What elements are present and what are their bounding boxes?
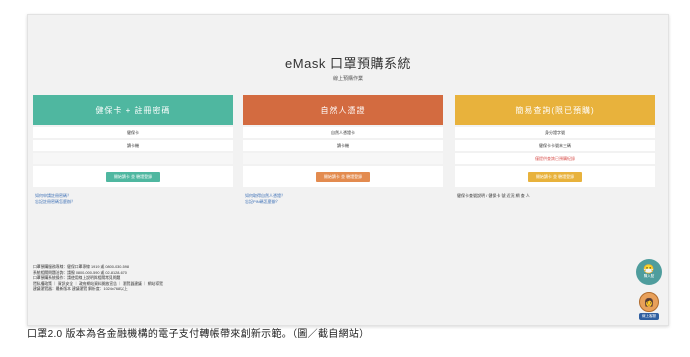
mask-icon: 😷 [643, 264, 655, 274]
field-row [243, 153, 443, 164]
field-row: 身分證字號 [455, 127, 655, 138]
field-row: 健保卡卡號末三碼 [455, 140, 655, 151]
query-button[interactable]: 開始讀卡 並 驗證登錄 [527, 171, 583, 182]
site-footer: 口罩預購服務專線：健保口罩專線 1919 或 0800-030-598 系統相關… [33, 265, 163, 293]
mask-purchase-float-button[interactable]: 😷 購入點 [636, 259, 662, 285]
button-row: 開始讀卡 並 驗證登錄 [455, 166, 655, 187]
verify-login-button[interactable]: 開始讀卡 並 驗證登錄 [105, 171, 161, 182]
help-link[interactable]: 忘記PIN碼怎麼辦？ [245, 199, 443, 205]
browser-screen: eMask 口罩預購系統 線上預購作業 健保卡 + 註冊密碼 健保卡 讀卡機 開… [27, 14, 669, 326]
column-title-bar[interactable]: 自然人憑證 [243, 95, 443, 125]
verify-login-button[interactable]: 開始讀卡 並 驗證登錄 [315, 171, 371, 182]
login-column-citizen-cert: 自然人憑證 自然人憑證卡 讀卡機 開始讀卡 並 驗證登錄 如何取得自然人憑證？ … [243, 95, 443, 205]
float-label: 線上客服 [639, 313, 659, 320]
page-title: eMask 口罩預購系統 [285, 56, 411, 71]
field-row: 讀卡機 [243, 140, 443, 151]
online-service-float-button[interactable]: 👩 線上客服 [636, 292, 662, 320]
notice-row: 僅提供查詢已預購紀錄 [455, 153, 655, 164]
page-subtitle: 線上預購作業 [332, 76, 363, 82]
field-row: 讀卡機 [33, 140, 233, 151]
login-column-simple-query: 簡易查詢(限已預購) 身分證字號 健保卡卡號末三碼 僅提供查詢已預購紀錄 開始讀… [455, 95, 655, 199]
help-links: 如何申請註冊密碼？ 忘記註冊密碼怎麼辦？ [33, 193, 233, 205]
float-label: 購入點 [643, 274, 655, 278]
field-row [33, 153, 233, 164]
service-avatar-icon: 👩 [639, 292, 659, 312]
help-link[interactable]: 健保卡查號說明 / 健保卡 號 近況 網 查 人 [457, 193, 655, 199]
button-row: 開始讀卡 並 驗證登錄 [33, 166, 233, 187]
page-header: eMask 口罩預購系統 線上預購作業 [28, 53, 668, 82]
field-row: 自然人憑證卡 [243, 127, 443, 138]
help-links: 健保卡查號說明 / 健保卡 號 近況 網 查 人 [455, 193, 655, 199]
button-row: 開始讀卡 並 驗證登錄 [243, 166, 443, 187]
column-title-bar[interactable]: 簡易查詢(限已預購) [455, 95, 655, 125]
column-title-bar[interactable]: 健保卡 + 註冊密碼 [33, 95, 233, 125]
help-links: 如何取得自然人憑證？ 忘記PIN碼怎麼辦？ [243, 193, 443, 205]
image-caption: 口罩2.0 版本為各金融機構的電子支付轉帳帶來創新示範。（圖／截自網站） [27, 329, 370, 340]
help-link[interactable]: 忘記註冊密碼怎麼辦？ [35, 199, 233, 205]
footer-line: 建議瀏覽器：最新版本 建議瀏覽 解析度：1024x768以上 [33, 287, 128, 292]
field-row: 健保卡 [33, 127, 233, 138]
login-column-nhi-card: 健保卡 + 註冊密碼 健保卡 讀卡機 開始讀卡 並 驗證登錄 如何申請註冊密碼？… [33, 95, 233, 205]
